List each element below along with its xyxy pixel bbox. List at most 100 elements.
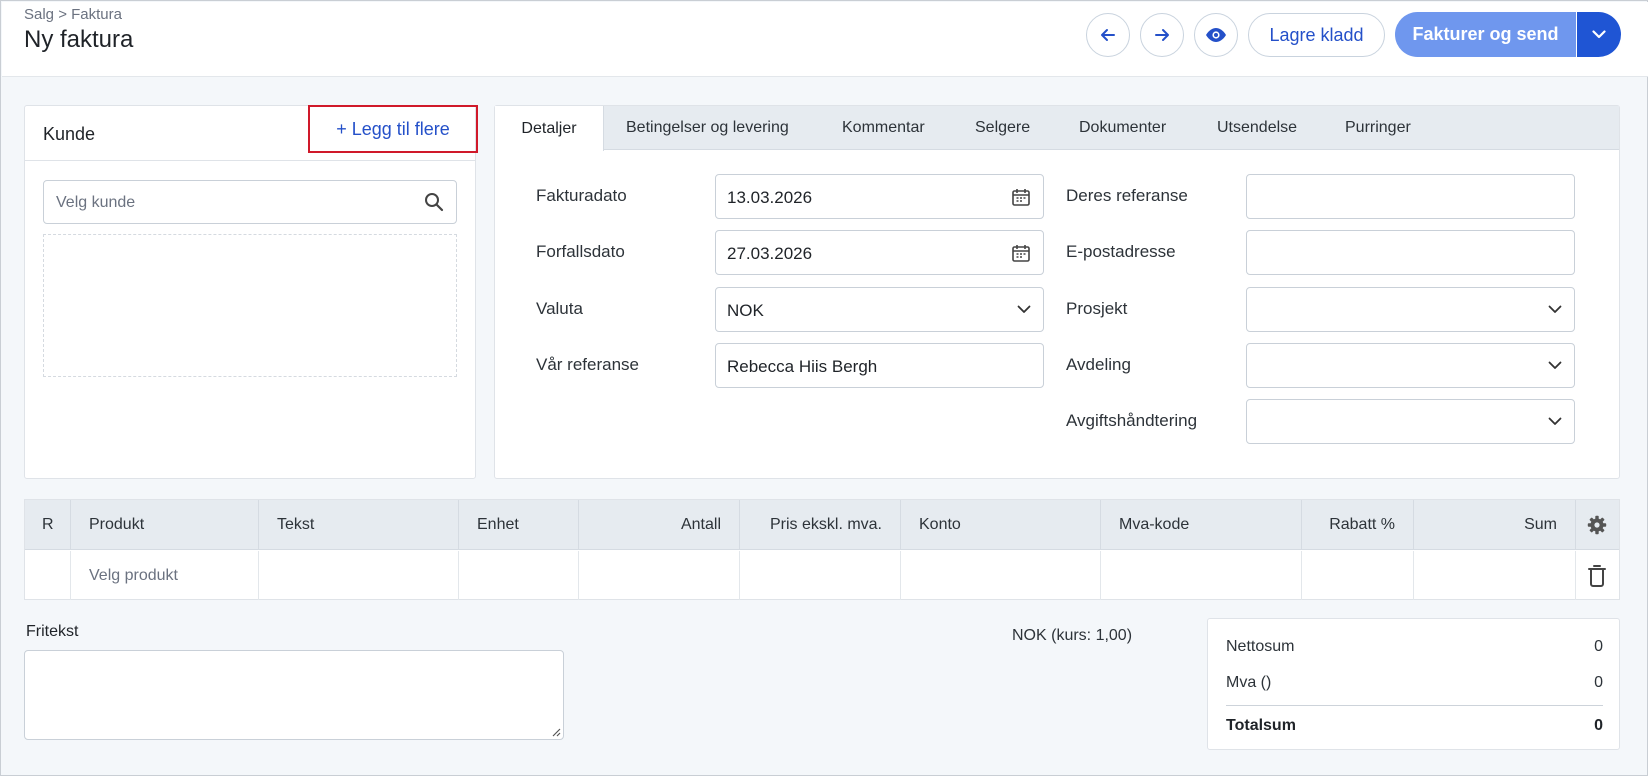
calendar-icon[interactable] [1011, 243, 1031, 263]
tab-betingelser[interactable]: Betingelser og levering [626, 106, 789, 150]
free-text-area[interactable] [24, 650, 564, 740]
currency-value: NOK [727, 301, 764, 320]
save-draft-button[interactable]: Lagre kladd [1248, 13, 1385, 57]
add-more-customers-button[interactable]: + Legg til flere [308, 105, 478, 153]
column-konto: Konto [901, 500, 1101, 550]
total-row: Totalsum 0 [1226, 717, 1603, 735]
chevron-down-icon [1548, 305, 1562, 313]
column-mva-kode: Mva-kode [1101, 500, 1302, 550]
project-select[interactable] [1246, 287, 1575, 332]
column-antall: Antall [579, 500, 740, 550]
vat-row: Mva () 0 [1226, 674, 1603, 692]
customer-search-input[interactable]: Velg kunde [43, 180, 457, 224]
our-reference-field[interactable]: Rebecca Hiis Bergh [715, 343, 1044, 388]
free-text-label: Fritekst [26, 623, 79, 640]
due-date-value: 27.03.2026 [727, 244, 813, 263]
vat-code-cell[interactable] [1101, 551, 1302, 600]
net-sum-label: Nettosum [1226, 638, 1295, 655]
email-label: E-postadresse [1066, 242, 1176, 261]
invoice-date-value: 13.03.2026 [727, 188, 813, 207]
table-header: R Produkt Tekst Enhet Antall Pris ekskl.… [25, 500, 1619, 550]
price-cell[interactable] [740, 551, 901, 600]
tax-handling-label: Avgiftshåndtering [1066, 411, 1198, 430]
invoice-lines-table: R Produkt Tekst Enhet Antall Pris ekskl.… [24, 499, 1620, 600]
tab-dokumenter[interactable]: Dokumenter [1079, 106, 1166, 150]
tab-purringer[interactable]: Purringer [1345, 106, 1411, 150]
currency-rate-info: NOK (kurs: 1,00) [1012, 627, 1133, 644]
resize-handle-icon[interactable] [551, 727, 561, 737]
column-rabatt: Rabatt % [1302, 500, 1414, 550]
previous-button[interactable] [1086, 13, 1130, 57]
sum-cell [1414, 551, 1576, 600]
currency-select[interactable]: NOK [715, 287, 1044, 332]
chevron-down-icon [1592, 30, 1606, 39]
due-date-field[interactable]: 27.03.2026 [715, 230, 1044, 275]
customer-title: Kunde [43, 124, 96, 144]
due-date-label: Forfallsdato [536, 242, 625, 261]
customer-search-placeholder: Velg kunde [56, 194, 136, 211]
tab-bar: Detaljer Betingelser og levering Komment… [495, 106, 1619, 151]
next-button[interactable] [1140, 13, 1184, 57]
our-reference-label: Vår referanse [536, 355, 639, 374]
tab-kommentar[interactable]: Kommentar [842, 106, 925, 150]
trash-icon [1588, 564, 1606, 587]
total-label: Totalsum [1226, 717, 1296, 734]
product-select-cell[interactable]: Velg produkt [71, 551, 259, 600]
calendar-icon[interactable] [1011, 187, 1031, 207]
totals-divider [1226, 705, 1603, 706]
column-tekst: Tekst [259, 500, 459, 550]
table-settings-button[interactable] [1576, 500, 1619, 550]
tax-handling-select[interactable] [1246, 399, 1575, 444]
total-value: 0 [1594, 717, 1603, 734]
our-reference-value: Rebecca Hiis Bergh [727, 357, 878, 376]
chevron-down-icon [1548, 361, 1562, 369]
unit-cell[interactable] [459, 551, 579, 600]
column-r: R [25, 500, 71, 550]
chevron-down-icon [1017, 305, 1031, 313]
column-produkt: Produkt [71, 500, 259, 550]
arrow-right-icon [1155, 29, 1169, 41]
tab-selgere[interactable]: Selgere [975, 106, 1030, 150]
email-field[interactable] [1246, 230, 1575, 275]
your-reference-field[interactable] [1246, 174, 1575, 219]
invoice-date-field[interactable]: 13.03.2026 [715, 174, 1044, 219]
vat-value: 0 [1594, 674, 1603, 691]
discount-cell[interactable] [1302, 551, 1414, 600]
account-cell[interactable] [901, 551, 1101, 600]
customer-info-area [43, 234, 457, 377]
breadcrumb[interactable]: Salg > Faktura [24, 6, 122, 23]
invoice-and-send-button[interactable]: Fakturer og send [1395, 12, 1576, 57]
department-label: Avdeling [1066, 355, 1131, 374]
currency-label: Valuta [536, 299, 583, 318]
department-select[interactable] [1246, 343, 1575, 388]
tab-detaljer[interactable]: Detaljer [495, 106, 604, 151]
column-pris: Pris ekskl. mva. [740, 500, 901, 550]
gear-icon [1587, 515, 1607, 535]
tab-utsendelse[interactable]: Utsendelse [1217, 106, 1297, 150]
eye-icon [1206, 28, 1226, 42]
details-panel: Detaljer Betingelser og levering Komment… [494, 105, 1620, 479]
delete-row-button[interactable] [1576, 551, 1619, 600]
customer-panel-header: Kunde + Legg til flere [25, 105, 478, 161]
row-r-cell [25, 551, 71, 600]
page-header: Salg > Faktura Ny faktura Lagre kladd Fa… [2, 2, 1648, 77]
totals-panel: Nettosum 0 Mva () 0 Totalsum 0 [1207, 618, 1620, 750]
invoice-options-dropdown[interactable] [1577, 12, 1621, 57]
preview-button[interactable] [1194, 13, 1238, 57]
search-icon[interactable] [424, 192, 444, 212]
net-sum-value: 0 [1594, 638, 1603, 655]
column-enhet: Enhet [459, 500, 579, 550]
text-cell[interactable] [259, 551, 459, 600]
column-sum: Sum [1414, 500, 1576, 550]
net-sum-row: Nettosum 0 [1226, 638, 1603, 656]
vat-label: Mva () [1226, 674, 1272, 691]
arrow-left-icon [1101, 29, 1115, 41]
customer-panel: Kunde + Legg til flere Velg kunde [24, 105, 478, 479]
app-window: Salg > Faktura Ny faktura Lagre kladd Fa… [0, 0, 1648, 776]
invoice-date-label: Fakturadato [536, 186, 627, 205]
project-label: Prosjekt [1066, 299, 1128, 318]
quantity-cell[interactable] [579, 551, 740, 600]
page-title: Ny faktura [24, 26, 134, 53]
your-reference-label: Deres referanse [1066, 186, 1188, 205]
chevron-down-icon [1548, 417, 1562, 425]
